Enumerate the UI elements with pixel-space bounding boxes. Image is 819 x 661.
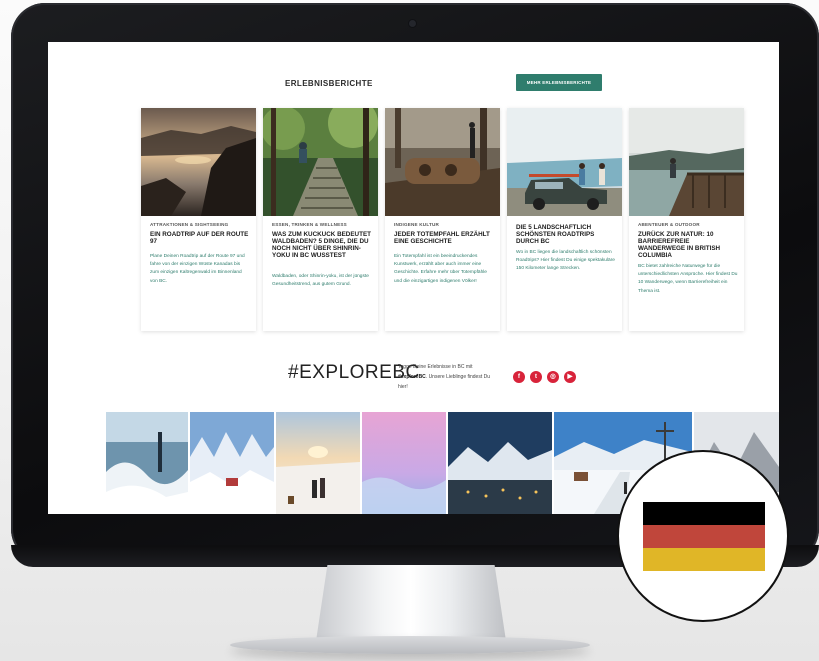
facebook-icon[interactable]: f [513, 371, 525, 383]
story-card[interactable]: DIE 5 LANDSCHAFTLICH SCHÖNSTEN ROADTRIPS… [507, 108, 622, 331]
card-text: Waldbaden, oder Shinrin-yoku, ist der jü… [272, 274, 369, 288]
flag-stripe-gold [643, 548, 765, 571]
gallery-photo-snowy-coast[interactable] [106, 412, 188, 514]
monitor-stand [316, 565, 506, 641]
card-title[interactable]: DIE 5 LANDSCHAFTLICH SCHÖNSTEN ROADTRIPS… [516, 224, 616, 245]
explorebc-text-hashtag: #exploreBC [398, 374, 426, 380]
story-card[interactable]: ABENTEUER & OUTDOOR ZURÜCK ZUR NATUR: 10… [629, 108, 744, 331]
instagram-icon[interactable]: ◎ [547, 371, 559, 383]
youtube-icon[interactable]: ▶ [564, 371, 576, 383]
gallery-photo-couple-sunset[interactable] [276, 412, 360, 514]
card-image-lake-sunset [141, 108, 256, 216]
gallery-photo-snowy-village[interactable] [448, 412, 552, 514]
card-image-boardwalk-lake [629, 108, 744, 216]
gallery-photo-snowy-forest[interactable] [190, 412, 274, 514]
card-image-roadtrip-car [507, 108, 622, 216]
card-title[interactable]: WAS ZUM KUCKUCK BEDEUTET WALDBADEN? 5 DI… [272, 231, 372, 259]
explorebc-text: Tagge Deine Erlebnisse in BC mit #explor… [398, 362, 490, 392]
section-title: ERLEBNISBERICHTE [285, 79, 373, 88]
gallery-photo-pink-clouds[interactable] [362, 412, 446, 514]
monitor-stand-base [230, 636, 590, 654]
card-category: ATTRAKTIONEN & SIGHTSEEING [150, 222, 229, 227]
card-category: ABENTEUER & OUTDOOR [638, 222, 700, 227]
card-title[interactable]: ZURÜCK ZUR NATUR: 10 BARRIEREFREIE WANDE… [638, 231, 738, 259]
card-title[interactable]: JEDER TOTEMPFAHL ERZÄHLT EINE GESCHICHTE [394, 231, 494, 245]
card-text: Ein Totempfahl ist ein beeindruckendes K… [394, 254, 487, 284]
story-card[interactable]: ESSEN, TRINKEN & WELLNESS WAS ZUM KUCKUC… [263, 108, 378, 331]
more-stories-button[interactable]: MEHR ERLEBNISBERICHTE [516, 74, 602, 91]
german-flag-badge [617, 450, 789, 622]
card-image-forest-path [263, 108, 378, 216]
story-card[interactable]: INDIGENE KULTUR JEDER TOTEMPFAHL ERZÄHLT… [385, 108, 500, 331]
camera-icon [409, 20, 416, 27]
card-category: ESSEN, TRINKEN & WELLNESS [272, 222, 347, 227]
flag-stripe-black [643, 502, 765, 525]
card-text: Wo in BC liegen die landschaftlich schön… [516, 250, 615, 272]
explorebc-text-prefix: Tagge Deine Erlebnisse in BC mit [398, 364, 473, 370]
card-text: Plane Deinen Roadtrip auf der Route 97 u… [150, 254, 245, 284]
screen: ERLEBNISBERICHTE MEHR ERLEBNISBERICHTE A… [48, 42, 779, 514]
card-text: BC bietet zahlreiche Naturwege für die u… [638, 264, 738, 294]
flag-stripe-red [643, 525, 765, 548]
story-card[interactable]: ATTRAKTIONEN & SIGHTSEEING EIN ROADTRIP … [141, 108, 256, 331]
card-image-totem-pole [385, 108, 500, 216]
twitter-icon[interactable]: t [530, 371, 542, 383]
card-category: INDIGENE KULTUR [394, 222, 440, 227]
card-title[interactable]: EIN ROADTRIP AUF DER ROUTE 97 [150, 231, 250, 245]
